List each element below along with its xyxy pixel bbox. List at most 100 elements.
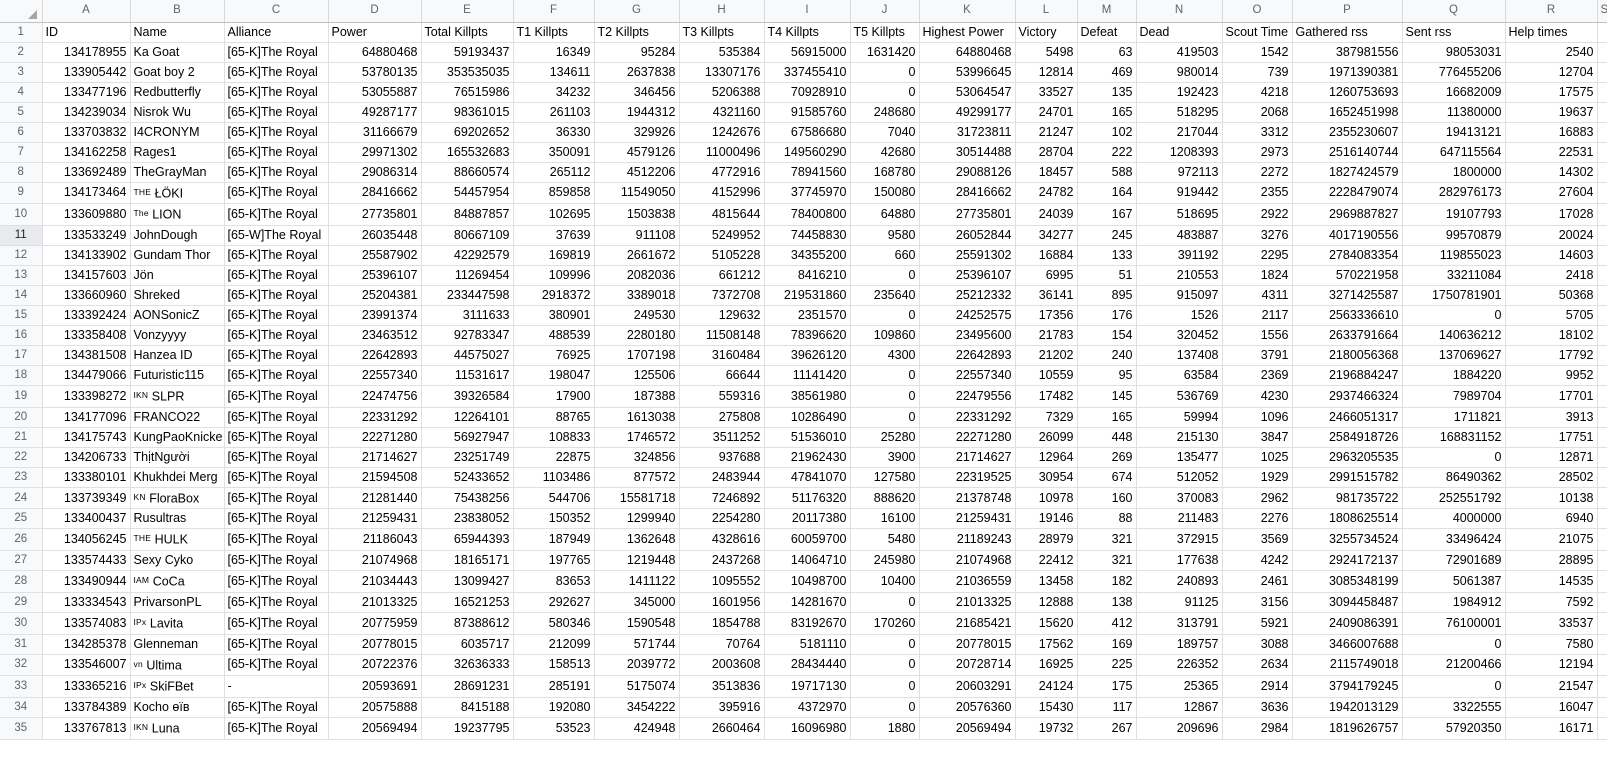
cell-t2-killpts[interactable]: 1503838	[594, 203, 680, 226]
cell-t2-killpts[interactable]: 424948	[594, 717, 680, 740]
cell-victory[interactable]: 34277	[1015, 225, 1078, 246]
cell-id[interactable]: 133358408	[42, 325, 131, 346]
cell-id[interactable]: 134178955	[42, 42, 131, 63]
cell-highest-power[interactable]: 22319525	[919, 467, 1016, 488]
empty-cell[interactable]	[1597, 142, 1607, 163]
cell-dead[interactable]: 1208393	[1136, 142, 1223, 163]
cell-gathered-rss[interactable]: 2355230607	[1292, 122, 1403, 143]
cell-t5-killpts[interactable]: 1880	[850, 717, 920, 740]
row-header-3[interactable]: 3	[0, 62, 43, 83]
cell-t1-killpts[interactable]: 108833	[513, 427, 595, 448]
cell-defeat[interactable]: 63	[1077, 42, 1137, 63]
cell-alliance[interactable]: [65-K]The Royal	[224, 182, 329, 205]
cell-id[interactable]: 133392424	[42, 305, 131, 326]
cell-power[interactable]: 22331292	[328, 407, 422, 428]
cell-help-times[interactable]: 3913	[1505, 407, 1598, 428]
cell-help-times[interactable]: 12704	[1505, 62, 1598, 83]
cell-defeat[interactable]: 160	[1077, 487, 1137, 510]
cell-power[interactable]: 31166679	[328, 122, 422, 143]
cell-help-times[interactable]: 10138	[1505, 487, 1598, 510]
cell-victory[interactable]: 21202	[1015, 345, 1078, 366]
cell-power[interactable]: 21074968	[328, 550, 422, 572]
cell-t2-killpts[interactable]: 95284	[594, 42, 680, 63]
cell-victory[interactable]: 19146	[1015, 508, 1078, 530]
cell-power[interactable]: 21594508	[328, 467, 422, 488]
cell-gathered-rss[interactable]: 2937466324	[1292, 385, 1403, 408]
cell-victory[interactable]: 28979	[1015, 528, 1078, 552]
row-header-18[interactable]: 18	[0, 365, 43, 386]
cell-t5-killpts[interactable]: 150080	[850, 182, 920, 205]
cell-t1-killpts[interactable]: 859858	[513, 182, 595, 205]
cell-alliance[interactable]: [65-W]The Royal	[224, 225, 329, 246]
cell-help-times[interactable]: 18102	[1505, 325, 1598, 346]
cell-t5-killpts[interactable]: 0	[850, 654, 920, 677]
empty-cell[interactable]	[1597, 427, 1607, 448]
cell-t2-killpts[interactable]: 3454222	[594, 697, 680, 718]
cell-dead[interactable]: 518695	[1136, 203, 1223, 226]
cell-sent-rss[interactable]: 11380000	[1402, 102, 1506, 123]
cell-scout-time[interactable]: 2922	[1222, 203, 1293, 226]
table-row[interactable]: 32 133546007 vn Ultima [65-K]The Royal 20722…	[0, 654, 1607, 677]
table-row[interactable]: 15 133392424 AONSonicZ [65-K]The Royal 23991…	[0, 305, 1607, 326]
column-header-K[interactable]: K	[919, 0, 1016, 23]
cell-dead[interactable]: 320452	[1136, 325, 1223, 346]
row-header-12[interactable]: 12	[0, 245, 43, 266]
cell-t1-killpts[interactable]: 17900	[513, 385, 595, 408]
cell-total-killpts[interactable]: 6035717	[421, 634, 514, 655]
cell-alliance[interactable]: [65-K]The Royal	[224, 447, 329, 468]
cell-scout-time[interactable]: 2984	[1222, 717, 1293, 740]
cell-alliance[interactable]: [65-K]The Royal	[224, 245, 329, 266]
table-row[interactable]: 5 134239034 Nisrok Wu [65-K]The Royal 492871…	[0, 102, 1607, 123]
cell-help-times[interactable]: 33537	[1505, 612, 1598, 635]
cell-t5-killpts[interactable]: 3900	[850, 447, 920, 468]
cell-gathered-rss[interactable]: 2633791664	[1292, 325, 1403, 346]
cell-defeat[interactable]: 175	[1077, 675, 1137, 698]
cell-t4-killpts[interactable]: 39626120	[764, 345, 851, 366]
table-row[interactable]: 20 134177096 FRANCO22 [65-K]The Royal 223312…	[0, 407, 1607, 428]
column-header-C[interactable]: C	[224, 0, 329, 23]
cell-scout-time[interactable]: 1929	[1222, 467, 1293, 488]
table-row[interactable]: 17 134381508 Hanzea ID [65-K]The Royal 22642…	[0, 345, 1607, 366]
cell-highest-power[interactable]: 21685421	[919, 612, 1016, 635]
cell-id[interactable]: 133533249	[42, 225, 131, 246]
cell-alliance[interactable]: [65-K]The Royal	[224, 162, 329, 183]
cell-t3-killpts[interactable]: 129632	[679, 305, 765, 326]
cell-help-times[interactable]: 9952	[1505, 365, 1598, 386]
cell-t1-killpts[interactable]: 580346	[513, 612, 595, 635]
cell-defeat[interactable]: 133	[1077, 245, 1137, 266]
cell-defeat[interactable]: 117	[1077, 697, 1137, 718]
cell-t2-killpts[interactable]: 4579126	[594, 142, 680, 163]
row-header-26[interactable]: 26	[0, 528, 43, 552]
cell-power[interactable]: 21186043	[328, 528, 422, 552]
cell-t2-killpts[interactable]: 2661672	[594, 245, 680, 266]
cell-power[interactable]: 21034443	[328, 570, 422, 593]
cell-sent-rss[interactable]: 7989704	[1402, 385, 1506, 408]
cell-name[interactable]: Kocho ɵïʙ	[130, 697, 225, 718]
cell-help-times[interactable]: 17575	[1505, 82, 1598, 103]
cell-sent-rss[interactable]: 98053031	[1402, 42, 1506, 63]
cell-scout-time[interactable]: 1824	[1222, 265, 1293, 286]
cell-scout-time[interactable]: 1025	[1222, 447, 1293, 468]
cell-id[interactable]: 133400437	[42, 508, 131, 530]
empty-cell[interactable]	[1597, 162, 1607, 183]
cell-sent-rss[interactable]: 33496424	[1402, 528, 1506, 552]
cell-t5-killpts[interactable]: 245980	[850, 550, 920, 572]
cell-total-killpts[interactable]: 353535035	[421, 62, 514, 83]
column-header-S[interactable]: S	[1597, 0, 1607, 23]
cell-sent-rss[interactable]: 119855023	[1402, 245, 1506, 266]
cell-t1-killpts[interactable]: 34232	[513, 82, 595, 103]
field-header-highest-power[interactable]: Highest Power	[919, 22, 1016, 43]
cell-name[interactable]: Sexy Cyko	[130, 550, 225, 572]
cell-t2-killpts[interactable]: 877572	[594, 467, 680, 488]
empty-cell[interactable]	[1597, 305, 1607, 326]
cell-victory[interactable]: 30954	[1015, 467, 1078, 488]
cell-t3-killpts[interactable]: 4772916	[679, 162, 765, 183]
cell-sent-rss[interactable]: 86490362	[1402, 467, 1506, 488]
cell-defeat[interactable]: 321	[1077, 528, 1137, 552]
cell-dead[interactable]: 189757	[1136, 634, 1223, 655]
cell-t2-killpts[interactable]: 187388	[594, 385, 680, 408]
cell-victory[interactable]: 18457	[1015, 162, 1078, 183]
empty-cell[interactable]	[1597, 654, 1607, 677]
field-header-defeat[interactable]: Defeat	[1077, 22, 1137, 43]
cell-alliance[interactable]: [65-K]The Royal	[224, 592, 329, 613]
